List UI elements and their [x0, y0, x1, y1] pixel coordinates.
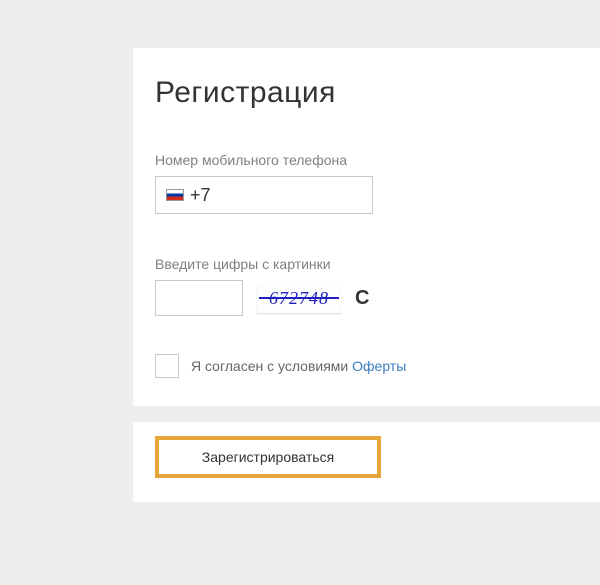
- panel-divider: [111, 406, 600, 422]
- panel-footer: Зарегистрироваться: [133, 422, 600, 502]
- phone-label: Номер мобильного телефона: [155, 152, 578, 168]
- consent-row: Я согласен с условиями Оферты: [155, 354, 578, 378]
- consent-text: Я согласен с условиями Оферты: [191, 358, 406, 374]
- consent-prefix: Я согласен с условиями: [191, 358, 352, 374]
- register-button-label: Зарегистрироваться: [202, 449, 334, 465]
- captcha-image: 672748: [257, 283, 341, 313]
- flag-ru-icon: [166, 189, 184, 201]
- page-title: Регистрация: [155, 76, 578, 110]
- register-button[interactable]: Зарегистрироваться: [155, 436, 381, 478]
- captcha-strike-line: [259, 297, 339, 299]
- captcha-row: 672748 C: [155, 280, 578, 316]
- captcha-label: Введите цифры с картинки: [155, 256, 578, 272]
- registration-panel: Регистрация Номер мобильного телефона +7…: [133, 48, 600, 502]
- captcha-input[interactable]: [155, 280, 243, 316]
- consent-checkbox[interactable]: [155, 354, 179, 378]
- offer-link[interactable]: Оферты: [352, 358, 406, 374]
- phone-input[interactable]: +7: [155, 176, 373, 214]
- phone-prefix: +7: [190, 185, 211, 206]
- refresh-icon[interactable]: C: [355, 287, 369, 310]
